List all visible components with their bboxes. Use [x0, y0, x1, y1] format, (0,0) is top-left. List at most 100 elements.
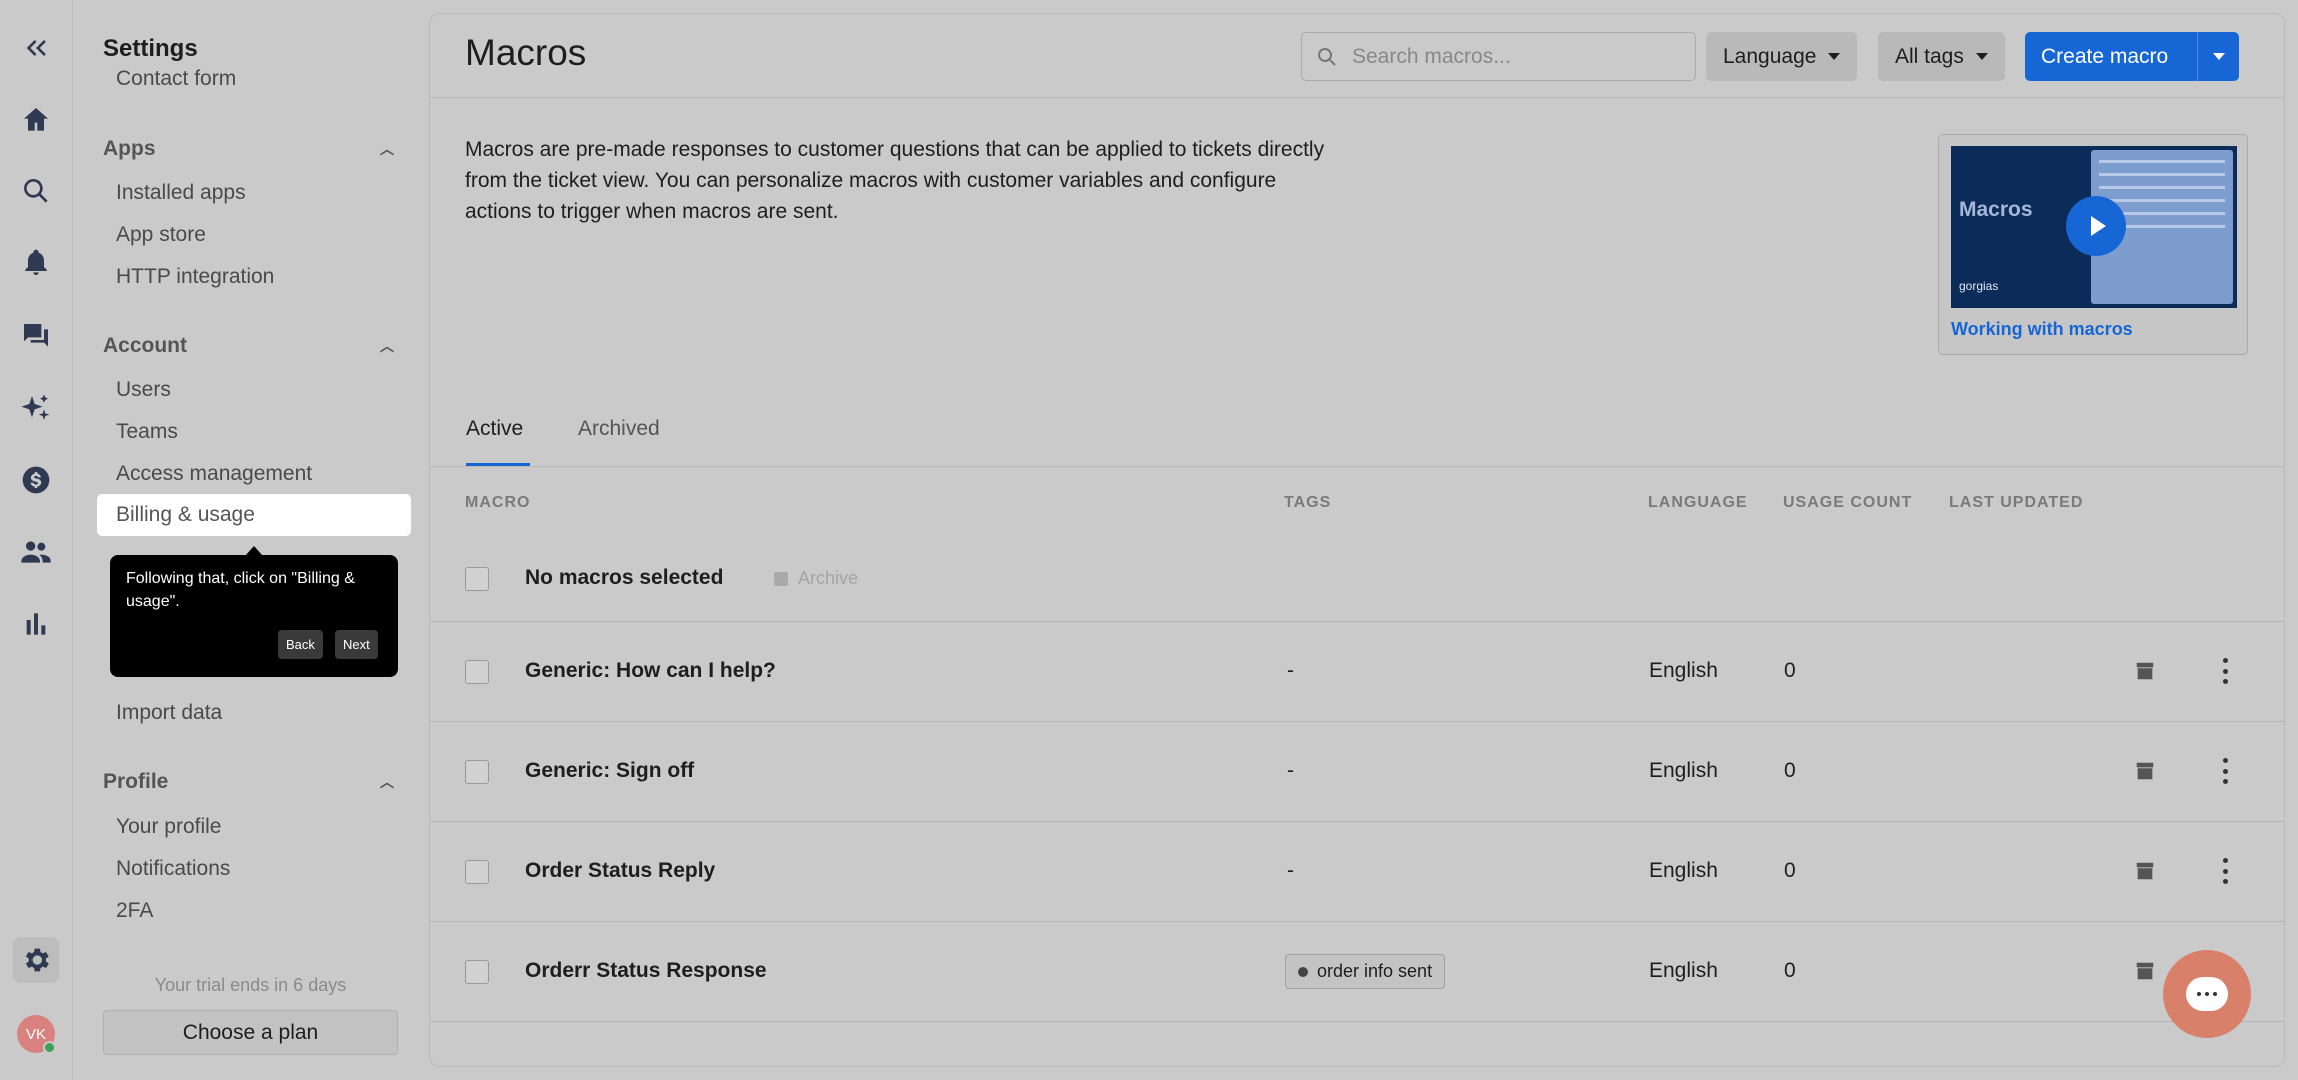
video-thumb-title: Macros [1959, 198, 2033, 221]
tag-dot-icon [1298, 966, 1308, 977]
more-options-icon[interactable] [2214, 858, 2236, 884]
language-dropdown-label: Language [1723, 44, 1817, 68]
select-all-checkbox[interactable] [465, 567, 489, 591]
sidebar-item-users[interactable]: Users [116, 378, 171, 402]
row-checkbox[interactable] [465, 860, 489, 884]
row-checkbox[interactable] [465, 760, 489, 784]
page-description: Macros are pre-made responses to custome… [465, 138, 1325, 223]
macro-language: English [1649, 659, 1718, 682]
macro-language: English [1649, 859, 1718, 882]
sidebar-item-teams[interactable]: Teams [116, 420, 178, 444]
tab-archived[interactable]: Archived [578, 417, 660, 441]
macro-language: English [1649, 959, 1718, 982]
archive-icon[interactable] [2134, 860, 2156, 882]
play-icon[interactable] [2066, 196, 2126, 256]
archive-icon[interactable] [2134, 960, 2156, 982]
sidebar-item-http-integration[interactable]: HTTP integration [116, 265, 274, 289]
bell-icon[interactable] [16, 243, 56, 283]
macro-tags: - [1287, 759, 1294, 782]
row-divider [430, 621, 2284, 622]
sidebar-section-apps[interactable]: Apps ︿ [103, 137, 394, 161]
online-status-dot [43, 1041, 56, 1054]
row-checkbox[interactable] [465, 660, 489, 684]
archive-icon[interactable] [2134, 760, 2156, 782]
main-panel: Macros Search macros... Language All tag… [429, 13, 2285, 1067]
chat-widget-button[interactable] [2163, 950, 2251, 1038]
sparkle-icon[interactable] [16, 388, 56, 428]
row-divider [430, 821, 2284, 822]
avatar[interactable]: VK [17, 1015, 56, 1054]
row-divider [430, 1021, 2284, 1022]
chat-icon[interactable] [16, 316, 56, 356]
bulk-archive-button: Archive [774, 568, 858, 589]
tags-dropdown[interactable]: All tags [1878, 32, 2005, 81]
macro-name[interactable]: Order Status Reply [525, 859, 715, 883]
column-header-macro[interactable]: MACRO [465, 494, 530, 512]
sidebar-item-notifications[interactable]: Notifications [116, 857, 230, 881]
more-options-icon[interactable] [2214, 758, 2236, 784]
search-icon[interactable] [16, 171, 56, 211]
sidebar-item-app-store[interactable]: App store [116, 223, 206, 247]
tag-chip[interactable]: order info sent [1285, 954, 1446, 989]
column-header-last-updated[interactable]: LAST UPDATED [1949, 494, 2083, 512]
row-checkbox[interactable] [465, 960, 489, 984]
sidebar-section-profile[interactable]: Profile ︿ [103, 770, 394, 794]
column-header-usage-count[interactable]: USAGE COUNT [1783, 494, 1912, 512]
sidebar-item-2fa[interactable]: 2FA [116, 899, 153, 923]
settings-icon[interactable] [13, 937, 59, 983]
users-icon[interactable] [16, 532, 56, 572]
sidebar-item-installed-apps[interactable]: Installed apps [116, 181, 246, 205]
stats-icon[interactable] [16, 604, 56, 644]
sidebar-section-account[interactable]: Account ︿ [103, 334, 394, 358]
macro-name[interactable]: Generic: How can I help? [525, 659, 776, 683]
video-caption-link[interactable]: Working with macros [1951, 319, 2133, 340]
more-options-icon[interactable] [2214, 658, 2236, 684]
trial-notice: Your trial ends in 6 days [154, 975, 347, 995]
bulk-archive-label: Archive [798, 568, 859, 588]
sidebar-item-billing-usage[interactable]: Billing & usage [97, 494, 411, 536]
search-icon [1318, 47, 1336, 66]
sidebar-item-contact-form[interactable]: Contact form [116, 67, 236, 91]
macro-tags: - [1287, 859, 1294, 882]
language-dropdown[interactable]: Language [1706, 32, 1858, 81]
choose-plan-button[interactable]: Choose a plan [103, 1010, 398, 1055]
chevron-up-icon: ︿ [380, 774, 394, 790]
chevron-up-icon: ︿ [380, 141, 394, 157]
video-thumb-logo: gorgias [1959, 279, 1999, 293]
caret-down-icon [2212, 53, 2225, 60]
tag-label: order info sent [1317, 961, 1433, 981]
archive-icon[interactable] [2134, 660, 2156, 682]
dollar-icon[interactable] [16, 460, 56, 500]
macro-name[interactable]: Generic: Sign off [525, 759, 694, 783]
tab-active[interactable]: Active [466, 417, 523, 441]
sidebar-section-label: Account [103, 334, 187, 357]
tooltip-next-button[interactable]: Next [335, 630, 378, 659]
tabs-divider [430, 466, 2284, 467]
collapse-icon[interactable] [16, 28, 56, 68]
sidebar-section-label: Apps [103, 137, 156, 160]
column-header-tags[interactable]: TAGS [1284, 494, 1331, 512]
column-header-language[interactable]: LANGUAGE [1648, 494, 1748, 512]
caret-down-icon [1975, 53, 1988, 60]
tooltip-back-button[interactable]: Back [278, 630, 323, 659]
video-card[interactable]: Macros gorgias Working with macros [1938, 134, 2248, 355]
chevron-up-icon: ︿ [380, 338, 394, 354]
tooltip-text: Following that, click on "Billing & usag… [126, 570, 355, 610]
sidebar-section-label: Profile [103, 770, 169, 793]
create-macro-button[interactable]: Create macro [2025, 32, 2239, 81]
search-input[interactable]: Search macros... [1301, 32, 1696, 81]
macro-name[interactable]: Orderr Status Response [525, 959, 767, 983]
icon-rail: VK [0, 0, 73, 1080]
create-macro-label: Create macro [2041, 44, 2169, 68]
selection-status: No macros selected [525, 566, 724, 589]
sidebar-item-your-profile[interactable]: Your profile [116, 815, 221, 839]
caret-down-icon [1828, 53, 1841, 60]
video-thumbnail: Macros gorgias [1951, 146, 2237, 308]
create-macro-options-toggle[interactable] [2197, 32, 2239, 81]
sidebar-item-import-data[interactable]: Import data [116, 701, 222, 725]
sidebar-item-label: Billing & usage [116, 503, 255, 526]
chat-bubble-icon [2186, 977, 2228, 1011]
home-icon[interactable] [16, 100, 56, 140]
row-divider [430, 721, 2284, 722]
sidebar-item-access-management[interactable]: Access management [116, 462, 312, 486]
